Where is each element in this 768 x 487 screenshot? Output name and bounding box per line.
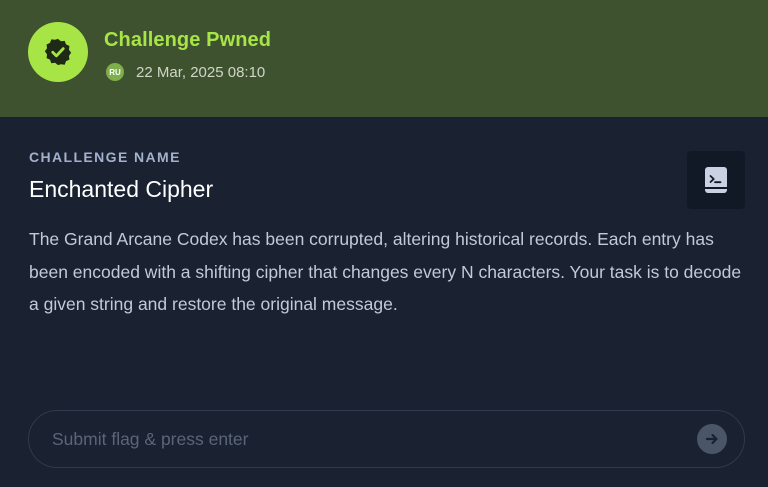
flag-form: [28, 410, 745, 468]
flag-input[interactable]: [29, 411, 697, 467]
terminal-file-icon: [705, 167, 727, 193]
arrow-right-icon: [705, 433, 718, 445]
pwned-title: Challenge Pwned: [104, 29, 272, 51]
challenge-name-label: CHALLENGE NAME: [29, 149, 181, 165]
pwned-meta: RU 22 Mar, 2025 08:10: [106, 62, 265, 82]
challenge-title: Enchanted Cipher: [29, 176, 214, 202]
pwned-badge: [28, 22, 88, 82]
terminal-button[interactable]: [687, 151, 745, 209]
challenge-description: The Grand Arcane Codex has been corrupte…: [29, 229, 742, 314]
verified-check-badge-icon: [44, 38, 72, 66]
pwned-banner: Challenge Pwned RU 22 Mar, 2025 08:10: [0, 0, 768, 117]
pwned-date: 22 Mar, 2025 08:10: [136, 63, 266, 81]
user-avatar[interactable]: RU: [106, 63, 124, 81]
submit-flag-button[interactable]: [697, 424, 727, 454]
